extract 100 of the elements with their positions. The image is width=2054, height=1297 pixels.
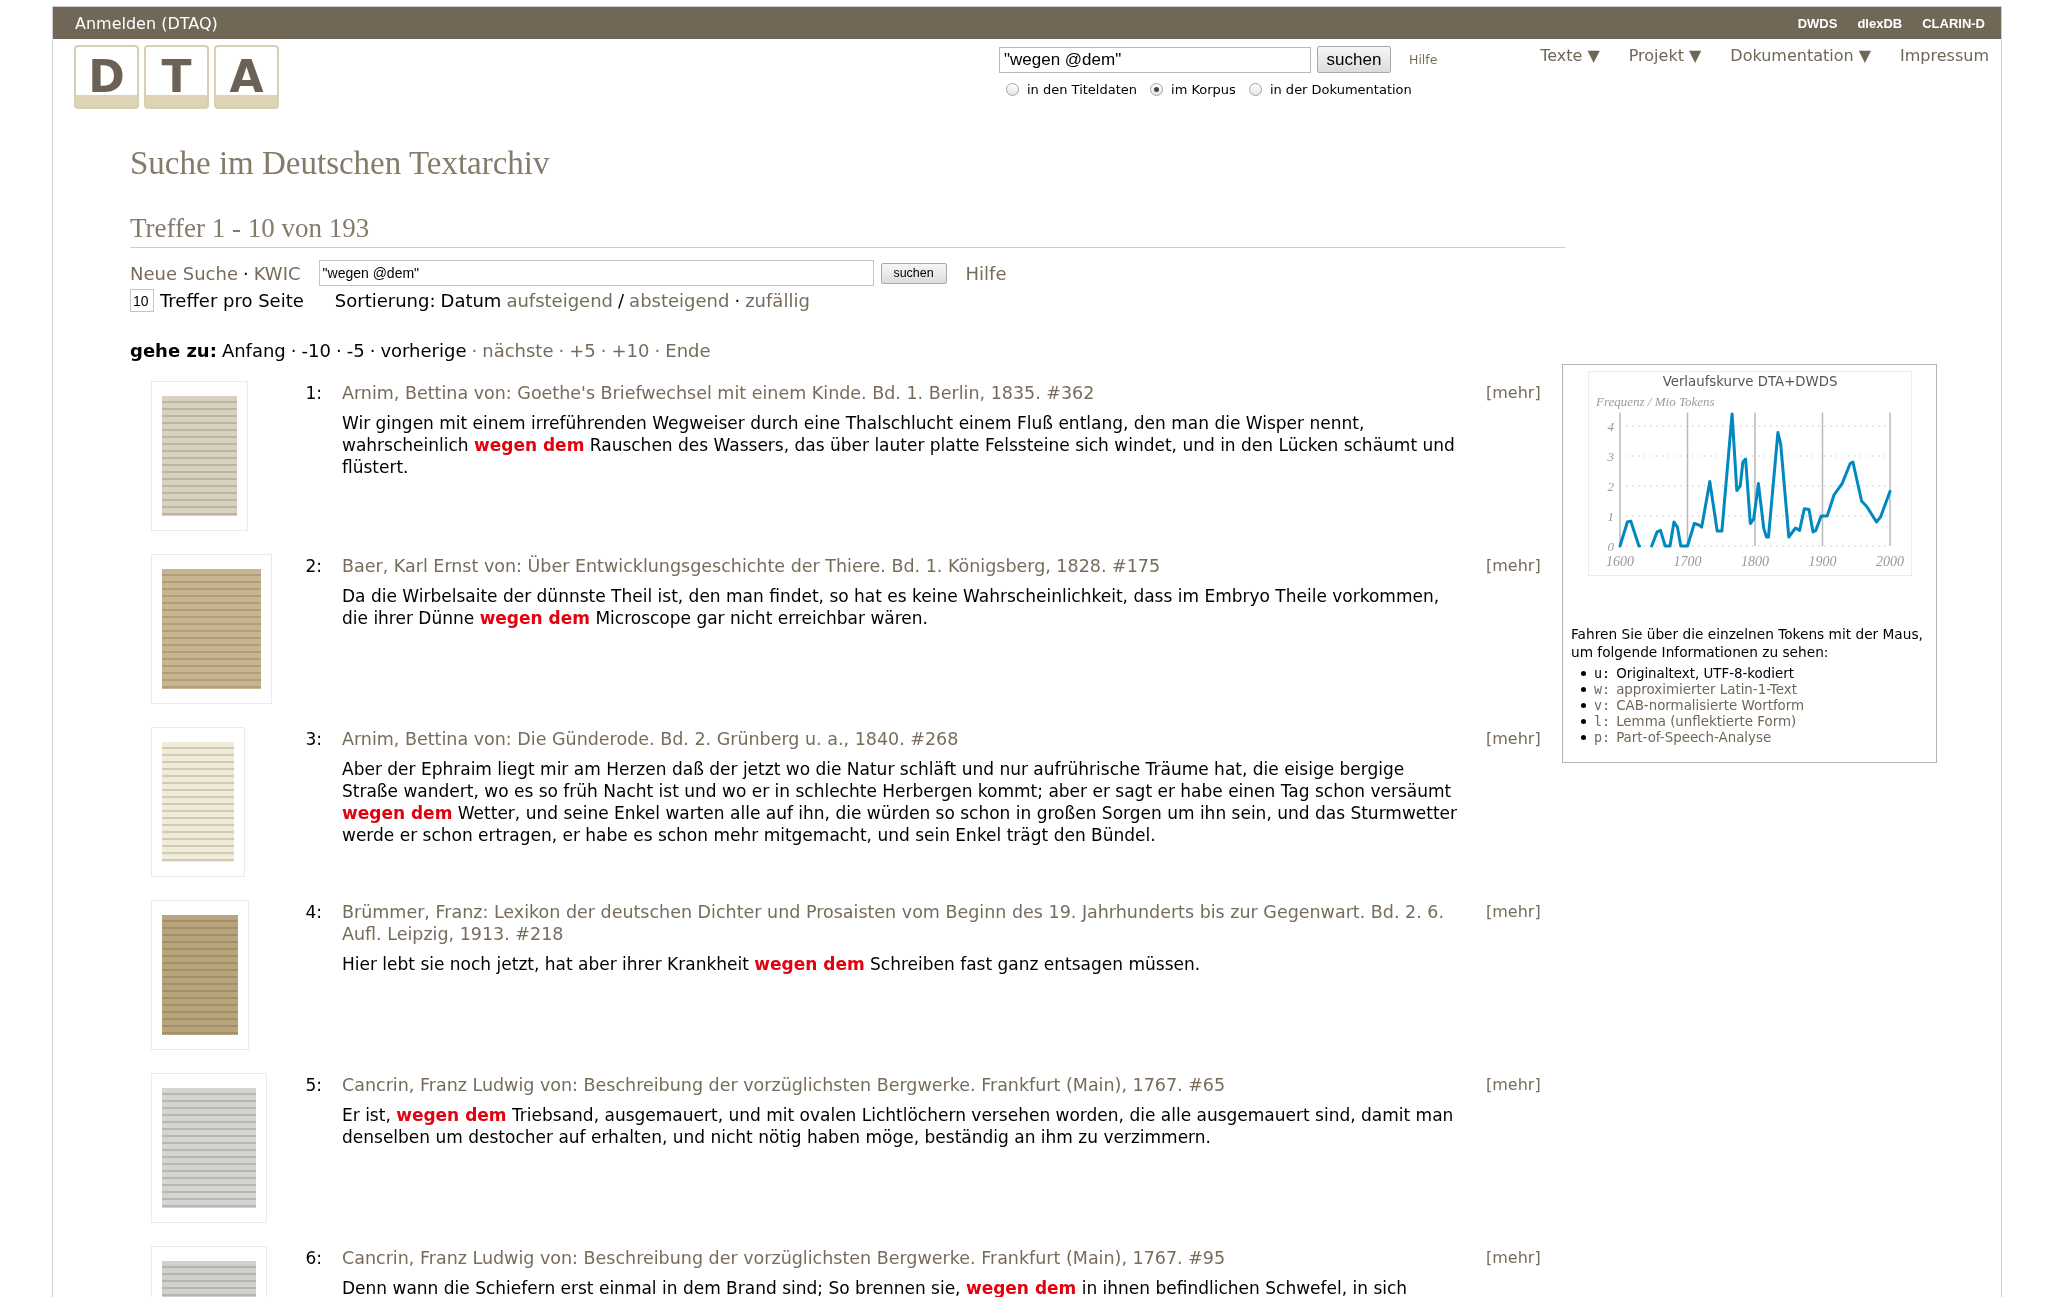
pagination-item: vorherige [380, 339, 467, 361]
nav-menu-item[interactable]: Texte ▼ [1540, 46, 1600, 65]
pagination-item[interactable]: Ende [665, 339, 711, 361]
pagination-item: -5 [346, 339, 365, 361]
more-link[interactable]: [mehr] [1486, 728, 1541, 750]
separator: / [617, 290, 626, 311]
result-snippet: Hier lebt sie noch jetzt, hat aber ihrer Krankheit wegen dem Schreiben fast ganz entsagen müssen. [342, 953, 1201, 975]
hits-heading: Treffer 1 - 10 von 193 [130, 213, 370, 243]
legend-item: p: Part-of-Speech-Analyse [1594, 729, 1772, 745]
pagination-item: Anfang [221, 339, 286, 361]
nav-menu-item[interactable]: Impressum [1900, 46, 1989, 65]
result-number: 4: [304, 901, 322, 923]
chart-title: Verlaufskurve DTA+DWDS [1662, 374, 1838, 389]
result-citation[interactable]: Arnim, Bettina von: Die Günderode. Bd. 2. Grünberg u. a., 1840. #268 [342, 728, 959, 750]
result-number: 5: [304, 1074, 322, 1096]
tick-label: 2 [1607, 478, 1614, 494]
logo-tile[interactable]: A [214, 45, 279, 109]
sort-option[interactable]: aufsteigend [506, 290, 614, 311]
result-citation[interactable]: Baer, Karl Ernst von: Über Entwicklungsgeschichte der Thiere. Bd. 1. Königsberg, 1828. #175 [342, 555, 1161, 577]
tick-label: 2000 [1876, 554, 1904, 569]
result-number: 3: [304, 728, 322, 750]
info-text: Fahren Sie über die einzelnen Tokens mit der Maus, um folgende Informationen zu sehen: [1571, 625, 1924, 661]
bullet-icon [1581, 670, 1586, 676]
per-page-field[interactable]: 10 [130, 289, 154, 312]
pagination-item[interactable]: +10 [611, 339, 650, 361]
result-snippet: Da die Wirbelsaite der dünnste Theil ist, den man findet, so hat es keine Wahrscheinlichkeit, dass im Embryo Theile vorkommen, die ihrer Dünne wegen dem Microscope gar nicht erreichbar wären. [342, 585, 1441, 629]
tick-label: 0 [1607, 538, 1614, 554]
legend-item: u: Originaltext, UTF-8-kodiert [1594, 665, 1794, 681]
result-snippet: Aber der Ephraim liegt mir am Herzen daß der jetzt wo die Natur schläft und nur aufrührische Träume hat, die eisige bergige Straße wandert, wo es so früh Nacht ist und wo er in schlechte Herbergen kommt; aber er sagt er habe einen Tag schon versäumt wegen dem Wetter, und seine Enkel warten alle auf ihn, die würden so schon in großen Sorgen um ihn sein, und das Sturmwetter werde er schon ertragen, er habe es schon mehr mitgemacht, und sein Enkel trägt den Bündel. [342, 758, 1459, 846]
form-link[interactable]: KWIC [253, 262, 301, 284]
tick-label: 1600 [1606, 554, 1634, 569]
separator: · [557, 339, 566, 361]
search-button[interactable]: suchen [1317, 46, 1391, 73]
result-number: 1: [304, 382, 322, 404]
search-button[interactable]: suchen [880, 262, 947, 284]
radio-label[interactable]: im Korpus [1171, 82, 1236, 97]
tick-label: 4 [1607, 418, 1614, 434]
goto-label: gehe zu: [130, 339, 217, 361]
tick-label: 3 [1607, 448, 1614, 464]
form-link[interactable]: Neue Suche [130, 262, 238, 284]
more-link[interactable]: [mehr] [1486, 1074, 1541, 1096]
separator: · [470, 339, 479, 361]
sort-option[interactable]: absteigend [629, 290, 730, 311]
page-scan-placeholder[interactable] [151, 1073, 267, 1223]
page-scan-placeholder[interactable] [151, 727, 245, 877]
more-link[interactable]: [mehr] [1486, 901, 1541, 923]
separator: · [653, 339, 662, 361]
search-field[interactable]: "wegen @dem" [999, 46, 1311, 73]
per-page-label: Treffer pro Seite [160, 290, 304, 311]
page-scan-placeholder[interactable] [151, 554, 272, 704]
logo-tile[interactable]: T [144, 45, 209, 109]
bullet-icon [1581, 702, 1586, 708]
radio-button[interactable] [1248, 83, 1262, 96]
radio-button[interactable] [1006, 83, 1019, 96]
more-link[interactable]: [mehr] [1486, 1247, 1541, 1269]
result-citation[interactable]: Brümmer, Franz: Lexikon der deutschen Dichter und Prosaisten vom Beginn des 19. Jahrhunderts bis zur Gegenwart. Bd. 2. 6. Aufl. Leipzig, 1913. #218 [342, 901, 1460, 945]
top-link[interactable]: dlexDB [1857, 15, 1903, 31]
login-link[interactable]: Anmelden (DTAQ) [75, 13, 218, 33]
top-link[interactable]: DWDS [1797, 15, 1838, 31]
pagination-item[interactable]: +5 [569, 339, 596, 361]
radio-label[interactable]: in den Titeldaten [1027, 82, 1138, 97]
result-citation[interactable]: Cancrin, Franz Ludwig von: Beschreibung der vorzüglichsten Bergwerke. Frankfurt (Main), 1767. #65 [342, 1074, 1226, 1096]
more-link[interactable]: [mehr] [1486, 382, 1541, 404]
pagination-item: -10 [301, 339, 331, 361]
radio-button[interactable] [1150, 83, 1164, 96]
tick-label: 1900 [1808, 554, 1837, 569]
query-field[interactable]: "wegen @dem" [318, 260, 874, 286]
sort-option: Datum [440, 290, 502, 311]
sort-label: Sortierung: [334, 290, 436, 311]
radio-label[interactable]: in der Dokumentation [1269, 82, 1412, 97]
result-snippet: Er ist, wegen dem Triebsand, ausgemauert, und mit ovalen Lichtlöchern versehen worden, die alle ausgemauert sind, damit man denselben um destocher auf erhalten, und nicht nötig haben möge, beständig an ihm zu verzimmern. [342, 1104, 1455, 1148]
result-number: 2: [304, 555, 322, 577]
bullet-icon [1581, 718, 1586, 724]
pagination-item[interactable]: nächste [482, 339, 554, 361]
result-snippet: Denn wann die Schiefern erst einmal in dem Brand sind; So brennen sie, wegen dem in ihnen befindlichen Schwefel, in sich [342, 1277, 1408, 1297]
result-citation[interactable]: Arnim, Bettina von: Goethe's Briefwechsel mit einem Kinde. Bd. 1. Berlin, 1835. #362 [342, 382, 1095, 404]
legend-item: w: approximierter Latin-1-Text [1594, 681, 1797, 697]
page-title: Suche im Deutschen Textarchiv [130, 145, 550, 181]
separator: · [334, 339, 343, 361]
more-link[interactable]: [mehr] [1486, 555, 1541, 577]
top-link[interactable]: CLARIN-D [1922, 15, 1985, 31]
logo-tile[interactable]: D [74, 45, 139, 109]
page-scan-placeholder[interactable] [151, 900, 249, 1050]
separator: · [289, 339, 298, 361]
result-number: 6: [304, 1247, 322, 1269]
result-snippet: Wir gingen mit einem irreführenden Wegweiser durch eine Thalschlucht einem Fluß entlang, den man die Wisper nennt, wahrscheinlich wegen dem Rauschen des Wassers, das über lauter platte Felssteine sich windet, und in den Lücken schäumt und flüstert. [342, 412, 1456, 478]
sort-option[interactable]: zufällig [745, 290, 810, 311]
bullet-icon [1581, 734, 1586, 740]
axis-label: Frequenz / Mio Tokens [1596, 394, 1715, 409]
separator: · [599, 339, 608, 361]
tick-label: 1800 [1741, 554, 1769, 569]
page-scan-placeholder[interactable] [151, 381, 248, 531]
help-link[interactable]: Hilfe [1409, 52, 1438, 67]
nav-menu-item[interactable]: Projekt ▼ [1628, 46, 1702, 65]
help-link[interactable]: Hilfe [965, 262, 1007, 284]
result-citation[interactable]: Cancrin, Franz Ludwig von: Beschreibung der vorzüglichsten Bergwerke. Frankfurt (Main), 1767. #95 [342, 1247, 1226, 1269]
tick-label: 1700 [1673, 554, 1702, 569]
tick-label: 1 [1607, 508, 1614, 524]
nav-menu-item[interactable]: Dokumentation ▼ [1730, 46, 1872, 65]
legend-item: l: Lemma (unflektierte Form) [1594, 713, 1797, 729]
